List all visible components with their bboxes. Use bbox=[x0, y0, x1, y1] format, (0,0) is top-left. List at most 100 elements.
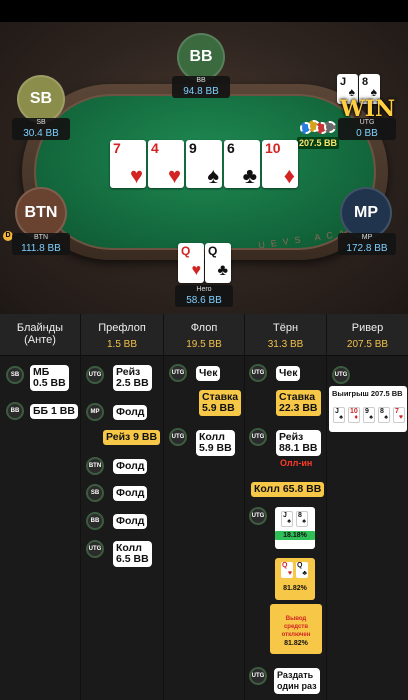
action-bubble: МБ 0.5 BB bbox=[30, 365, 69, 391]
hero-card-1-suit: ♥ bbox=[191, 262, 202, 279]
board-card-1-suit: ♥ bbox=[129, 163, 143, 188]
action-bubble: Раздать один раз bbox=[274, 668, 320, 694]
showdown-card-1: J ♠ bbox=[281, 511, 293, 527]
action-amount: 2.5 BB bbox=[116, 377, 149, 389]
column-river-pot: 207.5 BB bbox=[346, 339, 389, 350]
action-text: Фолд bbox=[116, 460, 145, 472]
column-flop-header: Флоп 19.5 BB bbox=[164, 314, 244, 356]
winner-box: Выигрыш 207.5 BB J ♠ 10 ♦ 9 ♠ 8 ♠ 7 ♥ bbox=[329, 386, 407, 432]
hero-stack: 58.6 BB bbox=[186, 295, 222, 306]
seat-bb-name: BB bbox=[196, 77, 206, 84]
hero-card-2: Q ♣ bbox=[205, 243, 231, 283]
position-badge: UTG bbox=[86, 540, 104, 558]
seat-mp-avatar[interactable]: MP bbox=[340, 187, 392, 239]
seat-bb-avatar[interactable]: BB bbox=[177, 33, 225, 81]
position-badge: SB bbox=[86, 484, 104, 502]
action-amount: 22.3 BB bbox=[279, 402, 318, 414]
hero-action-bubble: Ставка 22.3 BB bbox=[276, 390, 321, 416]
board-card-2: 4 ♥ bbox=[148, 140, 184, 188]
action-text: Фолд bbox=[116, 406, 145, 418]
seat-mp-label: MP 172.8 BB bbox=[338, 233, 396, 255]
column-preflop-title: Префлоп bbox=[98, 322, 146, 334]
position-badge: UTG bbox=[249, 364, 267, 382]
column-blinds-title: Блайнды (Анте) bbox=[16, 322, 64, 346]
hero-action-bubble: Колл 65.8 BB bbox=[251, 482, 325, 497]
hero-action-bubble: Ставка 5.9 BB bbox=[199, 390, 242, 416]
seat-sb-label: SB 30.4 BB bbox=[12, 118, 70, 140]
hero-card-2-suit: ♣ bbox=[217, 262, 229, 279]
position-badge: BB bbox=[86, 512, 104, 530]
board-card-4: 6 ♣ bbox=[224, 140, 260, 188]
position-badge: UTG bbox=[169, 364, 187, 382]
column-turn-pot: 31.3 BB bbox=[267, 339, 304, 350]
allin-label: Олл-ин bbox=[280, 458, 313, 468]
action-amount: 5.9 BB bbox=[199, 442, 232, 454]
action-amount: 6.5 BB bbox=[116, 553, 149, 565]
hero-mini-card-1-rank: Q bbox=[282, 562, 288, 569]
action-text: один раз bbox=[277, 681, 317, 691]
utg-card-2-rank: 8 bbox=[362, 76, 369, 88]
seat-btn-avatar[interactable]: BTN bbox=[15, 187, 67, 239]
board-card-3: 9 ♠ bbox=[186, 140, 222, 188]
action-amount: 0.5 BB bbox=[33, 377, 66, 389]
column-flop: Флоп 19.5 BB UTG Чек Ставка 5.9 BB UTG К… bbox=[164, 314, 245, 700]
board-card-4-suit: ♣ bbox=[242, 163, 257, 188]
hero-card-1: Q ♥ bbox=[178, 243, 204, 283]
showdown-card-1-suit: ♠ bbox=[287, 518, 291, 525]
utg-card-1-rank: J bbox=[340, 76, 347, 88]
position-badge: UTG bbox=[249, 428, 267, 446]
hero-mini-card-2-rank: Q bbox=[297, 562, 303, 569]
board-card-3-rank: 9 bbox=[189, 140, 197, 156]
winner-card-2-suit: ♦ bbox=[354, 414, 358, 421]
seat-bb-stack: 94.8 BB bbox=[183, 86, 219, 97]
hero-equity-box: Q ♥ Q ♣ 81.82% bbox=[275, 558, 315, 600]
winner-card-5: 7 ♥ bbox=[393, 407, 405, 423]
winner-card-3: 9 ♠ bbox=[363, 407, 375, 423]
column-turn-header: Тёрн 31.3 BB bbox=[245, 314, 326, 356]
action-text: Фолд bbox=[116, 515, 145, 527]
column-blinds-header: Блайнды (Анте) bbox=[0, 314, 80, 356]
seat-utg-stack: 0 BB bbox=[356, 128, 378, 139]
showdown-card-2-suit: ♠ bbox=[302, 518, 306, 525]
hero-name: Hero bbox=[196, 286, 212, 293]
action-bubble: Рейз 88.1 BB bbox=[276, 430, 321, 456]
seat-mp-name: MP bbox=[361, 234, 373, 241]
action-text: ББ 1 BB bbox=[33, 405, 75, 417]
column-preflop-pot: 1.5 BB bbox=[106, 339, 138, 350]
board-card-5: 10 ♦ bbox=[262, 140, 298, 188]
column-flop-title: Флоп bbox=[190, 322, 218, 334]
position-badge: UTG bbox=[169, 428, 187, 446]
position-badge: UTG bbox=[249, 667, 267, 685]
winner-card-5-suit: ♥ bbox=[398, 414, 403, 421]
cashout-label: Вывод средств отключен bbox=[281, 616, 311, 638]
action-bubble: Фолд bbox=[113, 459, 148, 474]
action-text: Чек bbox=[279, 367, 298, 379]
cashout-equity: 81.82% bbox=[284, 640, 308, 647]
position-badge: UTG bbox=[332, 366, 350, 384]
column-river-header: Ривер 207.5 BB bbox=[327, 314, 408, 356]
hero-mini-card-2: Q ♣ bbox=[296, 562, 308, 578]
seat-btn-stack: 111.8 BB bbox=[21, 243, 61, 254]
board-card-4-rank: 6 bbox=[227, 140, 235, 156]
winner-card-4-suit: ♠ bbox=[384, 414, 388, 421]
hero-label: Hero 58.6 BB bbox=[175, 285, 233, 307]
hand-history-panel: Блайнды (Анте) SB МБ 0.5 BB BB ББ 1 BB П… bbox=[0, 314, 408, 700]
position-badge: UTG bbox=[86, 366, 104, 384]
hero-card-1-rank: Q bbox=[181, 244, 191, 258]
pot-chips-icon bbox=[300, 120, 336, 136]
winner-text: Выигрыш 207.5 BB bbox=[332, 389, 403, 398]
position-badge: MP bbox=[86, 403, 104, 421]
seat-utg-label: UTG 0 BB bbox=[338, 118, 396, 140]
seat-bb-label: BB 94.8 BB bbox=[172, 76, 230, 98]
action-bubble: ББ 1 BB bbox=[30, 404, 78, 419]
seat-sb-avatar[interactable]: SB bbox=[17, 75, 65, 123]
column-river: Ривер 207.5 BB UTG Выигрыш 207.5 BB J ♠ … bbox=[327, 314, 408, 700]
column-turn: Тёрн 31.3 BB UTG Чек Ставка 22.3 BB UTG … bbox=[245, 314, 327, 700]
column-preflop-header: Префлоп 1.5 BB bbox=[81, 314, 163, 356]
seat-mp-stack: 172.8 BB bbox=[346, 243, 388, 254]
action-text: Колл 65.8 BB bbox=[254, 483, 322, 495]
action-bubble: Фолд bbox=[113, 486, 148, 501]
column-flop-pot: 19.5 BB bbox=[186, 339, 222, 350]
action-bubble: Фолд bbox=[113, 405, 148, 420]
board-card-2-rank: 4 bbox=[151, 140, 159, 156]
